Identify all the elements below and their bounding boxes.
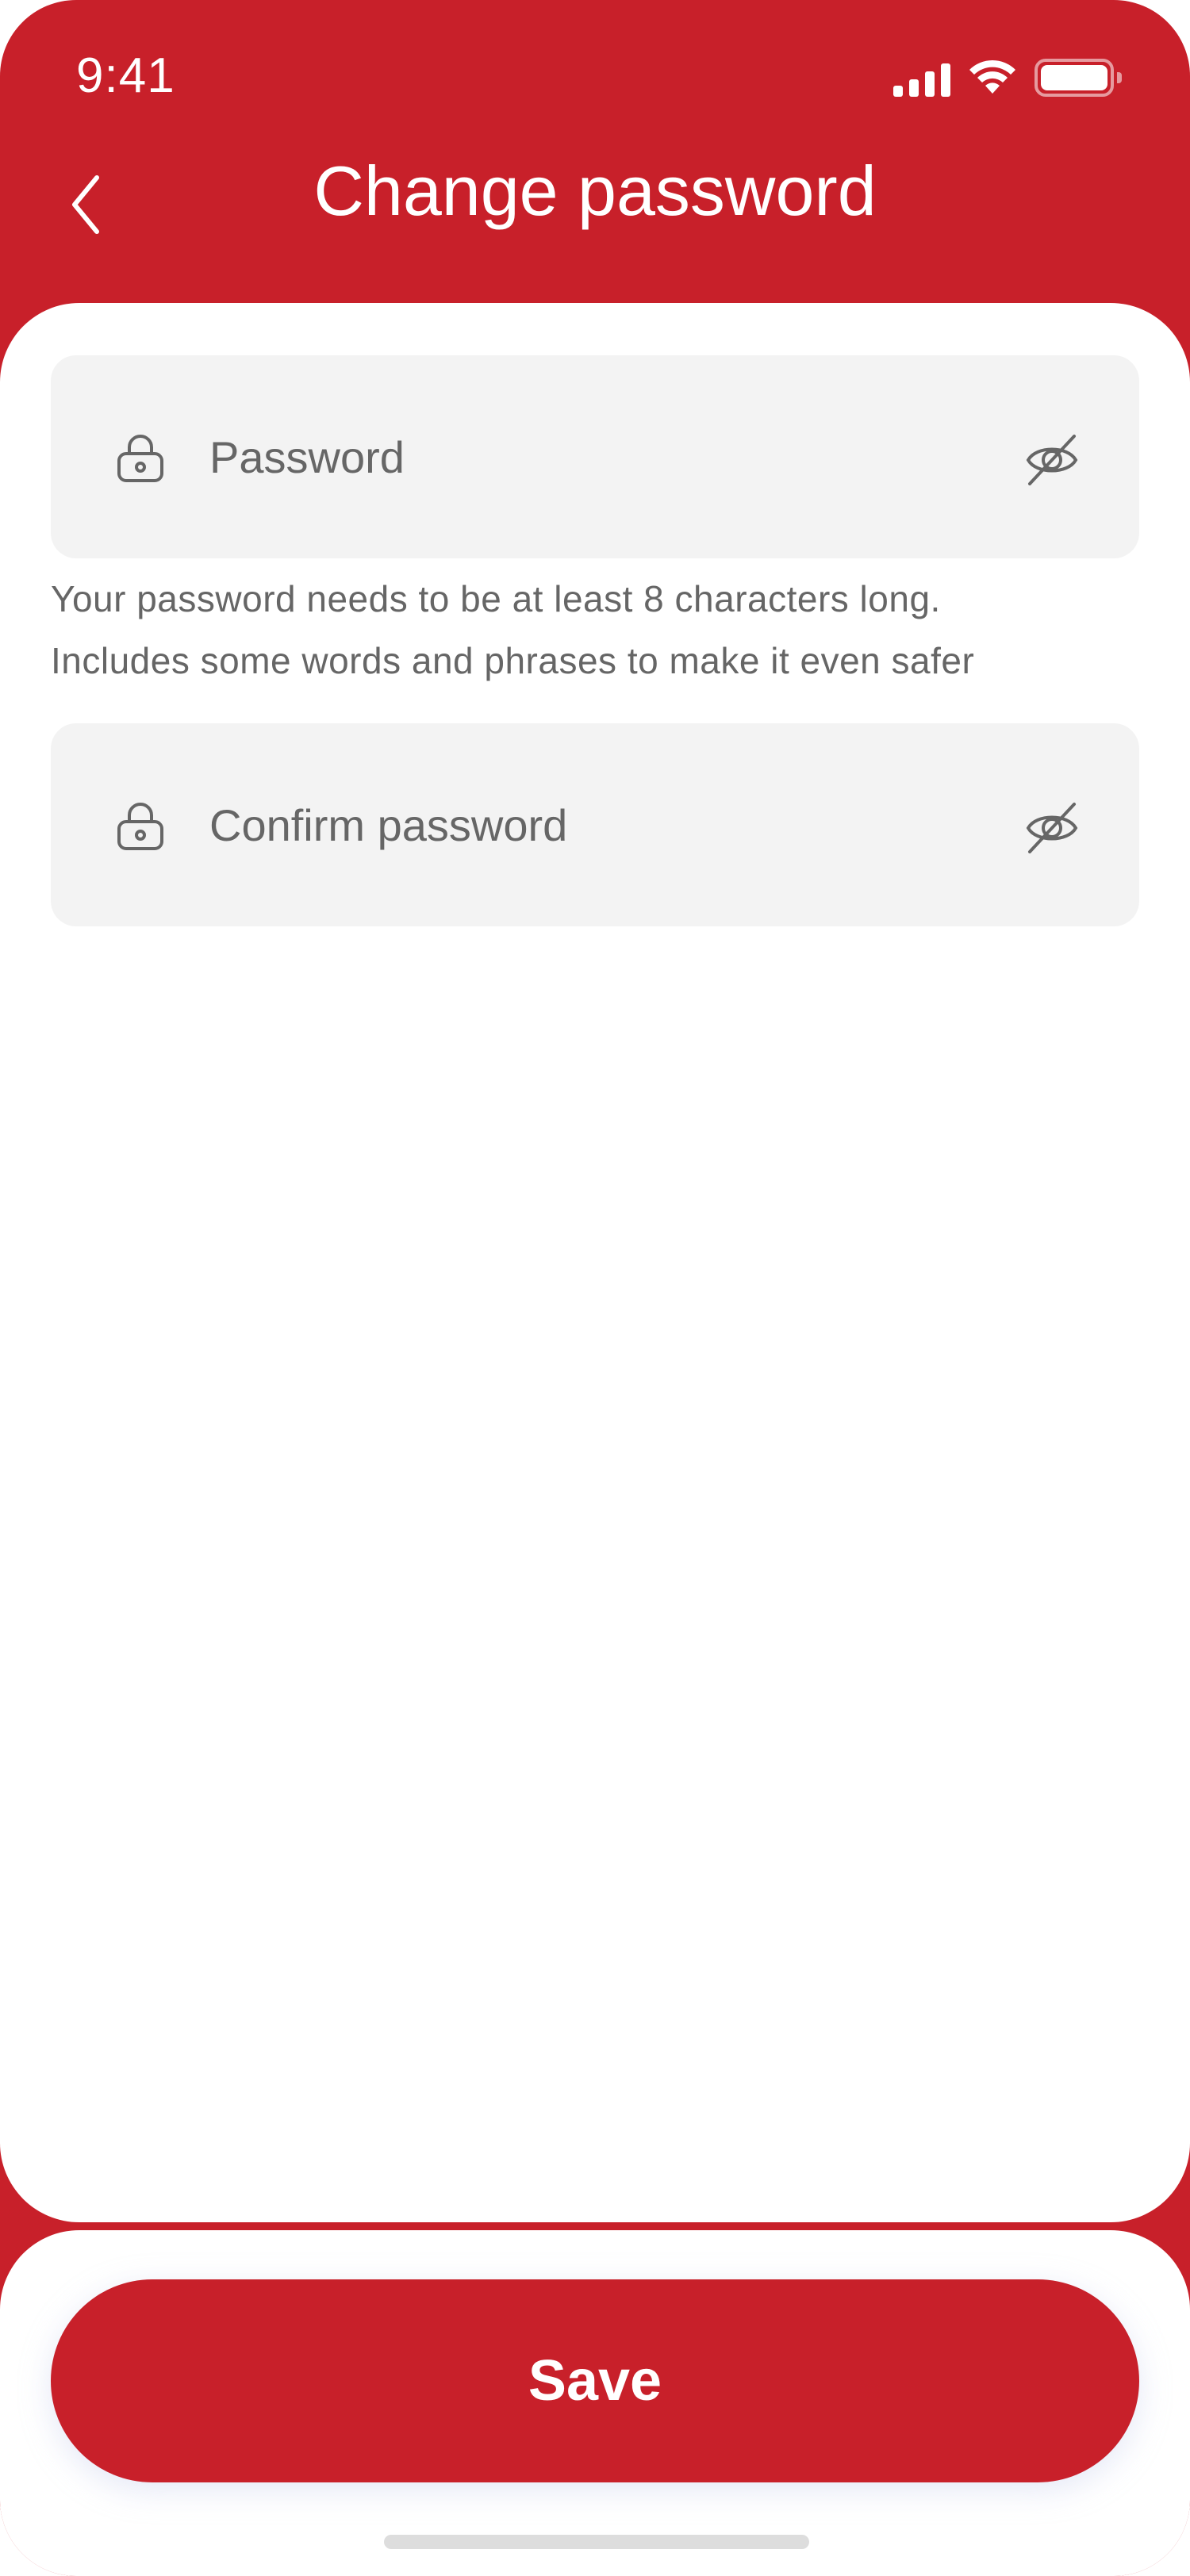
battery-icon — [1035, 59, 1122, 97]
lock-icon — [117, 435, 163, 482]
confirm-password-input[interactable] — [209, 723, 1003, 926]
page-title: Change password — [313, 151, 877, 230]
save-button[interactable]: Save — [51, 2279, 1139, 2482]
bottom-action-bar: Save — [0, 2230, 1190, 2576]
cellular-signal-icon — [893, 59, 950, 97]
helper-text-line: Your password needs to be at least 8 cha… — [51, 578, 941, 619]
phone-screen: 9:41 Change password Your password needs… — [0, 0, 1190, 2576]
eye-off-icon[interactable] — [1023, 799, 1081, 857]
status-time: 9:41 — [76, 48, 175, 103]
lock-icon — [117, 803, 163, 850]
home-indicator — [384, 2535, 809, 2549]
wifi-icon — [969, 59, 1015, 94]
confirm-password-field[interactable] — [51, 723, 1139, 926]
password-input[interactable] — [209, 355, 1003, 558]
status-icons — [893, 54, 1122, 102]
password-field[interactable] — [51, 355, 1139, 558]
form-card: Your password needs to be at least 8 cha… — [0, 303, 1190, 2222]
eye-off-icon[interactable] — [1023, 431, 1081, 489]
password-helper-text: Your password needs to be at least 8 cha… — [51, 568, 1161, 692]
helper-text-line: Includes some words and phrases to make … — [51, 640, 975, 681]
